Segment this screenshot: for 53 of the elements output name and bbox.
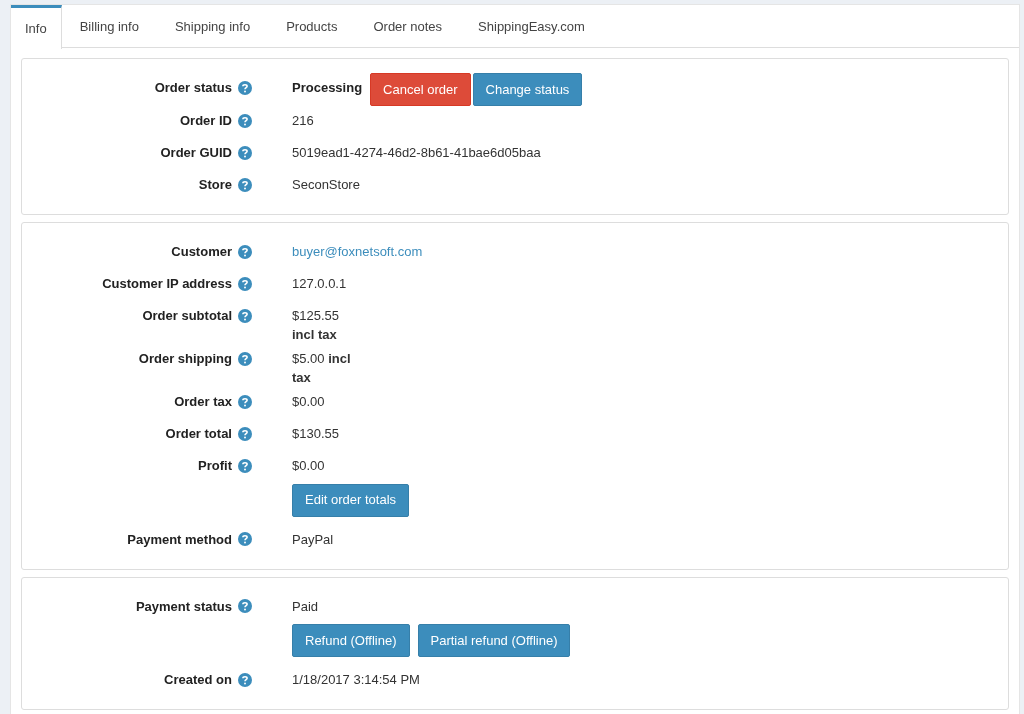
field-label: Order tax xyxy=(174,393,232,411)
action-button[interactable]: Refund (Offline) xyxy=(292,624,410,657)
field-label: Payment status xyxy=(135,597,232,616)
help-icon[interactable] xyxy=(238,426,252,441)
action-button[interactable]: Change status xyxy=(472,73,583,106)
field-value: 1/18/2017 3:14:54 PM xyxy=(292,671,420,689)
help-icon[interactable] xyxy=(238,177,252,192)
help-icon[interactable] xyxy=(238,599,252,614)
field-label: Store xyxy=(198,176,232,194)
help-icon[interactable] xyxy=(238,276,252,291)
field-value: $5.00 incl tax xyxy=(292,350,352,387)
field-value: 216 xyxy=(292,112,314,130)
field-value: $130.55 xyxy=(292,425,339,443)
field-label: Customer IP address xyxy=(102,275,232,293)
help-icon[interactable] xyxy=(238,113,252,128)
email-link[interactable]: buyer@foxnetsoft.com xyxy=(292,237,423,262)
help-icon[interactable] xyxy=(238,532,252,547)
field-label: Customer xyxy=(171,243,232,261)
field-value: $0.00 xyxy=(292,393,325,411)
tab[interactable]: Products xyxy=(268,5,356,48)
help-icon[interactable] xyxy=(238,80,252,95)
tab[interactable]: ShippingEasy.com xyxy=(460,5,603,48)
field-value: PayPal xyxy=(292,530,334,549)
help-icon[interactable] xyxy=(238,351,252,366)
help-icon[interactable] xyxy=(238,394,252,409)
tab[interactable]: Shipping info xyxy=(156,5,269,48)
field-label: Payment method xyxy=(127,530,232,549)
cancel-button[interactable]: Cancel order xyxy=(370,73,471,106)
action-button[interactable]: Edit order totals xyxy=(292,483,410,517)
field-label: Order shipping xyxy=(138,350,232,368)
field-label: Order status xyxy=(154,79,232,97)
tab[interactable]: Info xyxy=(11,5,62,49)
status-text: Processing xyxy=(292,79,363,97)
field-label: Order ID xyxy=(180,112,232,130)
field-value: 127.0.0.1 xyxy=(292,275,347,293)
help-icon[interactable] xyxy=(238,458,252,473)
tab[interactable]: Order notes xyxy=(355,5,461,48)
help-icon[interactable] xyxy=(238,244,252,259)
field-value: 5019ead1-4274-46d2-8b61-41bae6d05baa xyxy=(292,144,541,162)
field-value: SeconStore xyxy=(292,176,360,194)
field-value: $125.55 incl tax xyxy=(292,307,340,344)
help-icon[interactable] xyxy=(238,308,252,323)
action-button[interactable]: Partial refund (Offline) xyxy=(417,624,571,657)
field-label: Order GUID xyxy=(160,144,232,162)
field-label: Order total xyxy=(165,425,232,443)
field-label: Order subtotal xyxy=(142,307,232,325)
field-value: Paid xyxy=(292,597,319,616)
help-icon[interactable] xyxy=(238,145,252,160)
help-icon[interactable] xyxy=(238,672,252,687)
tab[interactable]: Billing info xyxy=(61,5,157,48)
field-label: Created on xyxy=(164,671,232,689)
field-value: $0.00 xyxy=(292,457,325,475)
field-label: Profit xyxy=(198,457,232,475)
